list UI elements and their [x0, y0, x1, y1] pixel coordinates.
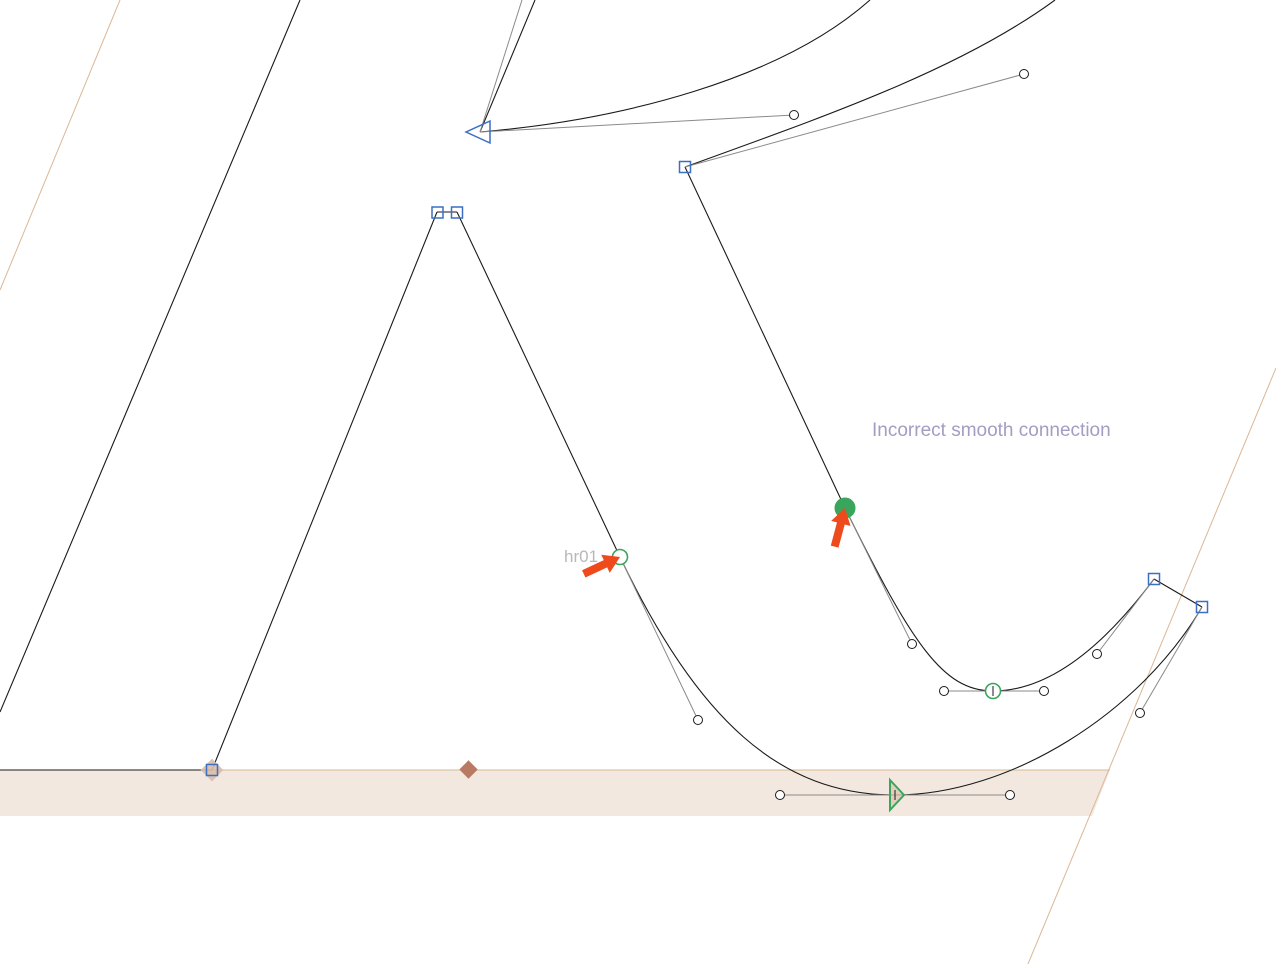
italic-guide-left	[0, 0, 121, 291]
outline-inner-curve	[844, 507, 1155, 692]
outline-bowl-curve	[619, 556, 1203, 796]
handle-point-icon[interactable]	[1039, 686, 1049, 696]
outline-right-stroke	[456, 211, 621, 558]
handle-line	[1096, 578, 1155, 655]
handle-point-icon[interactable]	[939, 686, 949, 696]
handle-point-icon[interactable]	[693, 715, 703, 725]
outline-left-stem	[0, 0, 301, 713]
handle-line	[619, 556, 699, 721]
warning-label: Incorrect smooth connection	[872, 420, 1111, 441]
handle-line	[684, 73, 1025, 168]
handle-point-icon[interactable]	[1092, 649, 1102, 659]
outline-upper-curve-right	[684, 0, 1056, 168]
outline-upper-curve-left	[479, 0, 871, 133]
handle-line	[479, 114, 795, 133]
outline-upper-stroke	[684, 166, 846, 509]
node-name-label: hr01	[564, 547, 599, 566]
baseline-zone	[0, 770, 1110, 816]
glyph-view[interactable]	[0, 0, 1276, 964]
handle-line	[1139, 606, 1203, 714]
outline-inner-stem	[211, 211, 438, 771]
handle-point-icon[interactable]	[775, 790, 785, 800]
handle-point-icon[interactable]	[789, 110, 799, 120]
handle-lines	[479, 0, 1203, 796]
handle-line	[479, 0, 523, 133]
handle-line	[844, 507, 913, 645]
italic-guide-right	[1027, 367, 1276, 964]
handle-point-icon[interactable]	[1005, 790, 1015, 800]
glyph-outline	[0, 0, 1203, 796]
corner-nodes[interactable]	[205, 160, 1209, 777]
handle-point-icon[interactable]	[907, 639, 917, 649]
glyph-edit-canvas[interactable]: hr01 Incorrect smooth connection	[0, 0, 1276, 964]
outline-top-stem	[479, 0, 536, 133]
handle-point-icon[interactable]	[1135, 708, 1145, 718]
handle-point-icon[interactable]	[1019, 69, 1029, 79]
